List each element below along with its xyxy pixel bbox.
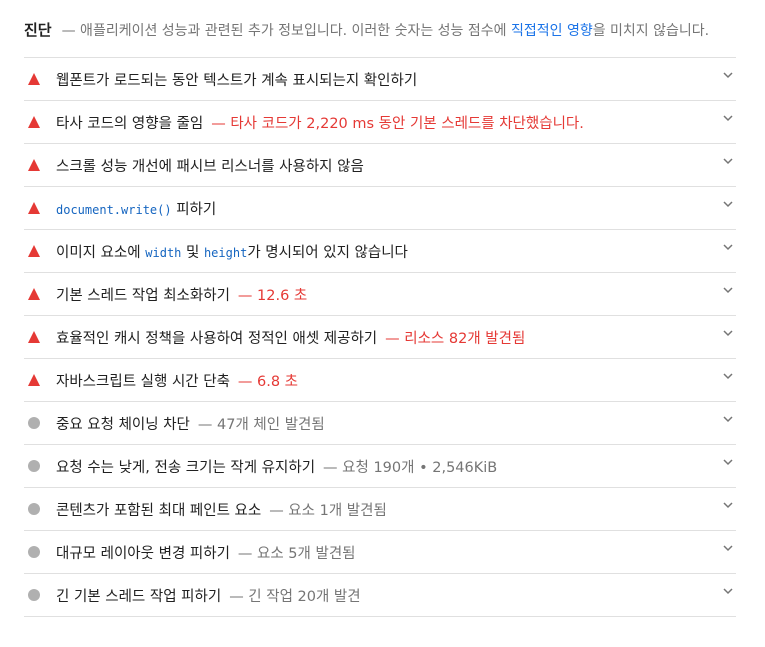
chevron-down-icon[interactable]	[723, 72, 733, 81]
audit-display-value: — 리소스 82개 발견됨	[385, 330, 526, 347]
audit-passive-listeners[interactable]: 스크롤 성능 개선에 패시브 리스너를 사용하지 않음	[24, 144, 736, 187]
chevron-down-icon[interactable]	[723, 588, 733, 597]
audit-title: document.write() 피하기	[56, 198, 216, 219]
direct-impact-link[interactable]: 직접적인 영향	[511, 23, 593, 39]
audit-unsized-images[interactable]: 이미지 요소에 width 및 height가 명시되어 있지 않습니다	[24, 230, 736, 273]
audit-title: 중요 요청 체이닝 차단	[56, 416, 190, 433]
code-width: width	[145, 245, 182, 260]
audit-font-display[interactable]: 웹폰트가 로드되는 동안 텍스트가 계속 표시되는지 확인하기	[24, 58, 736, 101]
audit-title: 스크롤 성능 개선에 패시브 리스너를 사용하지 않음	[56, 158, 364, 175]
audit-bootup-time[interactable]: 자바스크립트 실행 시간 단축 — 6.8 초	[24, 359, 736, 402]
fail-triangle-icon	[28, 202, 40, 214]
audit-mainthread-work[interactable]: 기본 스레드 작업 최소화하기 — 12.6 초	[24, 273, 736, 316]
chevron-down-icon[interactable]	[723, 502, 733, 511]
chevron-down-icon[interactable]	[723, 115, 733, 124]
audit-title-text: 이미지 요소에	[56, 244, 146, 261]
audit-lcp-element[interactable]: 콘텐츠가 포함된 최대 페인트 요소 — 요소 1개 발견됨	[24, 488, 736, 531]
audit-display-value: — 요청 190개 • 2,546KiB	[323, 459, 498, 476]
code-document-write: document.write()	[56, 202, 172, 217]
fail-triangle-icon	[28, 159, 40, 171]
audit-critical-request-chains[interactable]: 중요 요청 체이닝 차단 — 47개 체인 발견됨	[24, 402, 736, 445]
audit-title: 요청 수는 낮게, 전송 크기는 작게 유지하기	[56, 459, 316, 476]
chevron-down-icon[interactable]	[723, 330, 733, 339]
fail-triangle-icon	[28, 116, 40, 128]
audit-document-write[interactable]: document.write() 피하기	[24, 187, 736, 230]
chevron-down-icon[interactable]	[723, 158, 733, 167]
audit-display-value: — 12.6 초	[237, 287, 308, 304]
chevron-down-icon[interactable]	[723, 287, 733, 296]
diagnostics-header: 진단 — 애플리케이션 성능과 관련된 추가 정보입니다. 이러한 숫자는 성능 …	[24, 0, 736, 58]
chevron-down-icon[interactable]	[723, 244, 733, 253]
audit-title: 대규모 레이아웃 변경 피하기	[56, 545, 230, 562]
chevron-down-icon[interactable]	[723, 373, 733, 382]
audit-display-value: — 요소 5개 발견됨	[237, 545, 356, 562]
audit-resource-summary[interactable]: 요청 수는 낮게, 전송 크기는 작게 유지하기 — 요청 190개 • 2,5…	[24, 445, 736, 488]
audit-title-text: 피하기	[171, 201, 217, 218]
audit-display-value: — 요소 1개 발견됨	[269, 502, 387, 519]
fail-triangle-icon	[28, 73, 40, 85]
audit-title: 타사 코드의 영향을 줄임	[56, 115, 204, 132]
audit-title: 효율적인 캐시 정책을 사용하여 정적인 애셋 제공하기	[56, 330, 378, 347]
audit-display-value: — 긴 작업 20개 발견	[229, 588, 361, 605]
audit-title: 웹폰트가 로드되는 동안 텍스트가 계속 표시되는지 확인하기	[56, 72, 418, 89]
audit-list: 웹폰트가 로드되는 동안 텍스트가 계속 표시되는지 확인하기 타사 코드의 영…	[24, 58, 736, 617]
info-circle-icon	[28, 546, 40, 558]
chevron-down-icon[interactable]	[723, 459, 733, 468]
audit-display-value: — 6.8 초	[237, 373, 299, 390]
audit-layout-shift-elements[interactable]: 대규모 레이아웃 변경 피하기 — 요소 5개 발견됨	[24, 531, 736, 574]
audit-title: 이미지 요소에 width 및 height가 명시되어 있지 않습니다	[56, 241, 408, 262]
section-description: — 애플리케이션 성능과 관련된 추가 정보입니다. 이러한 숫자는 성능 점수…	[61, 23, 511, 39]
info-circle-icon	[28, 417, 40, 429]
audit-long-tasks[interactable]: 긴 기본 스레드 작업 피하기 — 긴 작업 20개 발견	[24, 574, 736, 617]
diagnostics-panel: 진단 — 애플리케이션 성능과 관련된 추가 정보입니다. 이러한 숫자는 성능 …	[24, 0, 736, 617]
chevron-down-icon[interactable]	[723, 416, 733, 425]
section-description-end: 을 미치지 않습니다.	[592, 23, 710, 39]
audit-title: 자바스크립트 실행 시간 단축	[56, 373, 230, 390]
audit-title-text: 및	[181, 244, 204, 261]
audit-title: 기본 스레드 작업 최소화하기	[56, 287, 230, 304]
fail-triangle-icon	[28, 288, 40, 300]
audit-title-text: 가 명시되어 있지 않습니다	[247, 244, 408, 261]
audit-third-party[interactable]: 타사 코드의 영향을 줄임 — 타사 코드가 2,220 ms 동안 기본 스레…	[24, 101, 736, 144]
fail-triangle-icon	[28, 331, 40, 343]
info-circle-icon	[28, 503, 40, 515]
audit-cache-policy[interactable]: 효율적인 캐시 정책을 사용하여 정적인 애셋 제공하기 — 리소스 82개 발…	[24, 316, 736, 359]
audit-display-value: — 47개 체인 발견됨	[197, 416, 325, 433]
fail-triangle-icon	[28, 374, 40, 386]
info-circle-icon	[28, 589, 40, 601]
info-circle-icon	[28, 460, 40, 472]
audit-display-value: — 타사 코드가 2,220 ms 동안 기본 스레드를 차단했습니다.	[211, 115, 584, 132]
fail-triangle-icon	[28, 245, 40, 257]
audit-title: 긴 기본 스레드 작업 피하기	[56, 588, 222, 605]
chevron-down-icon[interactable]	[723, 545, 733, 554]
chevron-down-icon[interactable]	[723, 201, 733, 210]
section-title: 진단	[24, 21, 52, 39]
audit-title: 콘텐츠가 포함된 최대 페인트 요소	[56, 502, 262, 519]
code-height: height	[203, 245, 248, 260]
